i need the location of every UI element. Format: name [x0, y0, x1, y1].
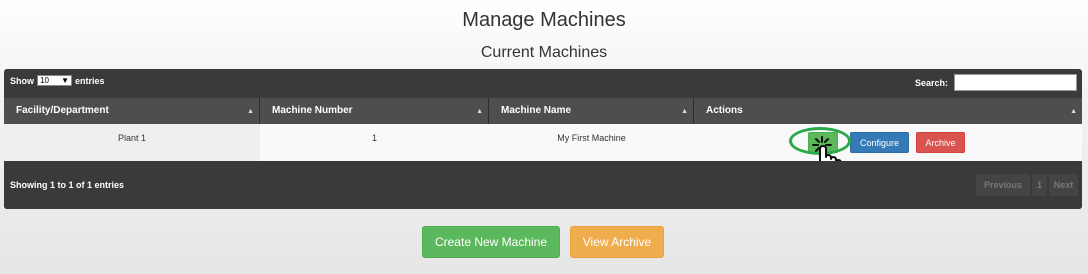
column-header-actions[interactable]: Actions ▲: [694, 98, 1082, 124]
sort-caret-icon: ▲: [1070, 108, 1077, 115]
create-new-machine-button[interactable]: Create New Machine: [422, 226, 560, 258]
show-entries-control: Show 10 ▼ entries: [10, 75, 105, 86]
show-label: Show: [10, 75, 34, 86]
cell-actions: Configure Archive: [694, 124, 1082, 180]
column-header-machine-number[interactable]: Machine Number ▲: [260, 98, 489, 124]
search-input[interactable]: [954, 74, 1077, 91]
cell-machine-number: 1: [371, 133, 377, 143]
entries-label: entries: [75, 75, 105, 86]
view-archive-button[interactable]: View Archive: [570, 226, 664, 258]
cell-machine-name: My First Machine: [557, 133, 626, 143]
column-header-facility[interactable]: Facility/Department ▲: [4, 98, 260, 124]
search-control: Search:: [915, 74, 1077, 91]
previous-page-button[interactable]: Previous: [976, 174, 1030, 196]
sort-caret-icon: ▲: [476, 108, 483, 115]
search-label: Search:: [914, 77, 948, 88]
table-header-row: Facility/Department ▲ Machine Number ▲ M…: [4, 98, 1082, 124]
section-title: Current Machines: [480, 44, 608, 61]
sort-caret-icon: ▲: [247, 108, 254, 115]
table-footer: Showing 1 to 1 of 1 entries Previous 1 N…: [4, 161, 1082, 209]
edit-button[interactable]: [808, 132, 838, 153]
column-header-machine-name[interactable]: Machine Name ▲: [489, 98, 694, 124]
machines-table-panel: Show 10 ▼ entries Search: Facility/Depar…: [4, 69, 1082, 209]
table-info: Showing 1 to 1 of 1 entries: [10, 180, 125, 190]
configure-button[interactable]: Configure: [850, 132, 909, 153]
chevron-down-icon: ▼: [61, 76, 69, 85]
table-row: Plant 1 1 My First Machine Configure Arc…: [4, 124, 1082, 180]
pagination: Previous 1 Next: [976, 174, 1078, 196]
sort-caret-icon: ▲: [681, 108, 688, 115]
entries-select[interactable]: 10 ▼: [37, 75, 72, 86]
table-toolbar: Show 10 ▼ entries Search:: [4, 69, 1082, 97]
archive-button[interactable]: Archive: [916, 132, 965, 153]
cell-facility: Plant 1: [4, 124, 260, 161]
entries-value: 10: [40, 76, 49, 85]
page-1-button[interactable]: 1: [1032, 174, 1047, 196]
page-title: Manage Machines: [462, 9, 626, 31]
next-page-button[interactable]: Next: [1049, 174, 1078, 196]
